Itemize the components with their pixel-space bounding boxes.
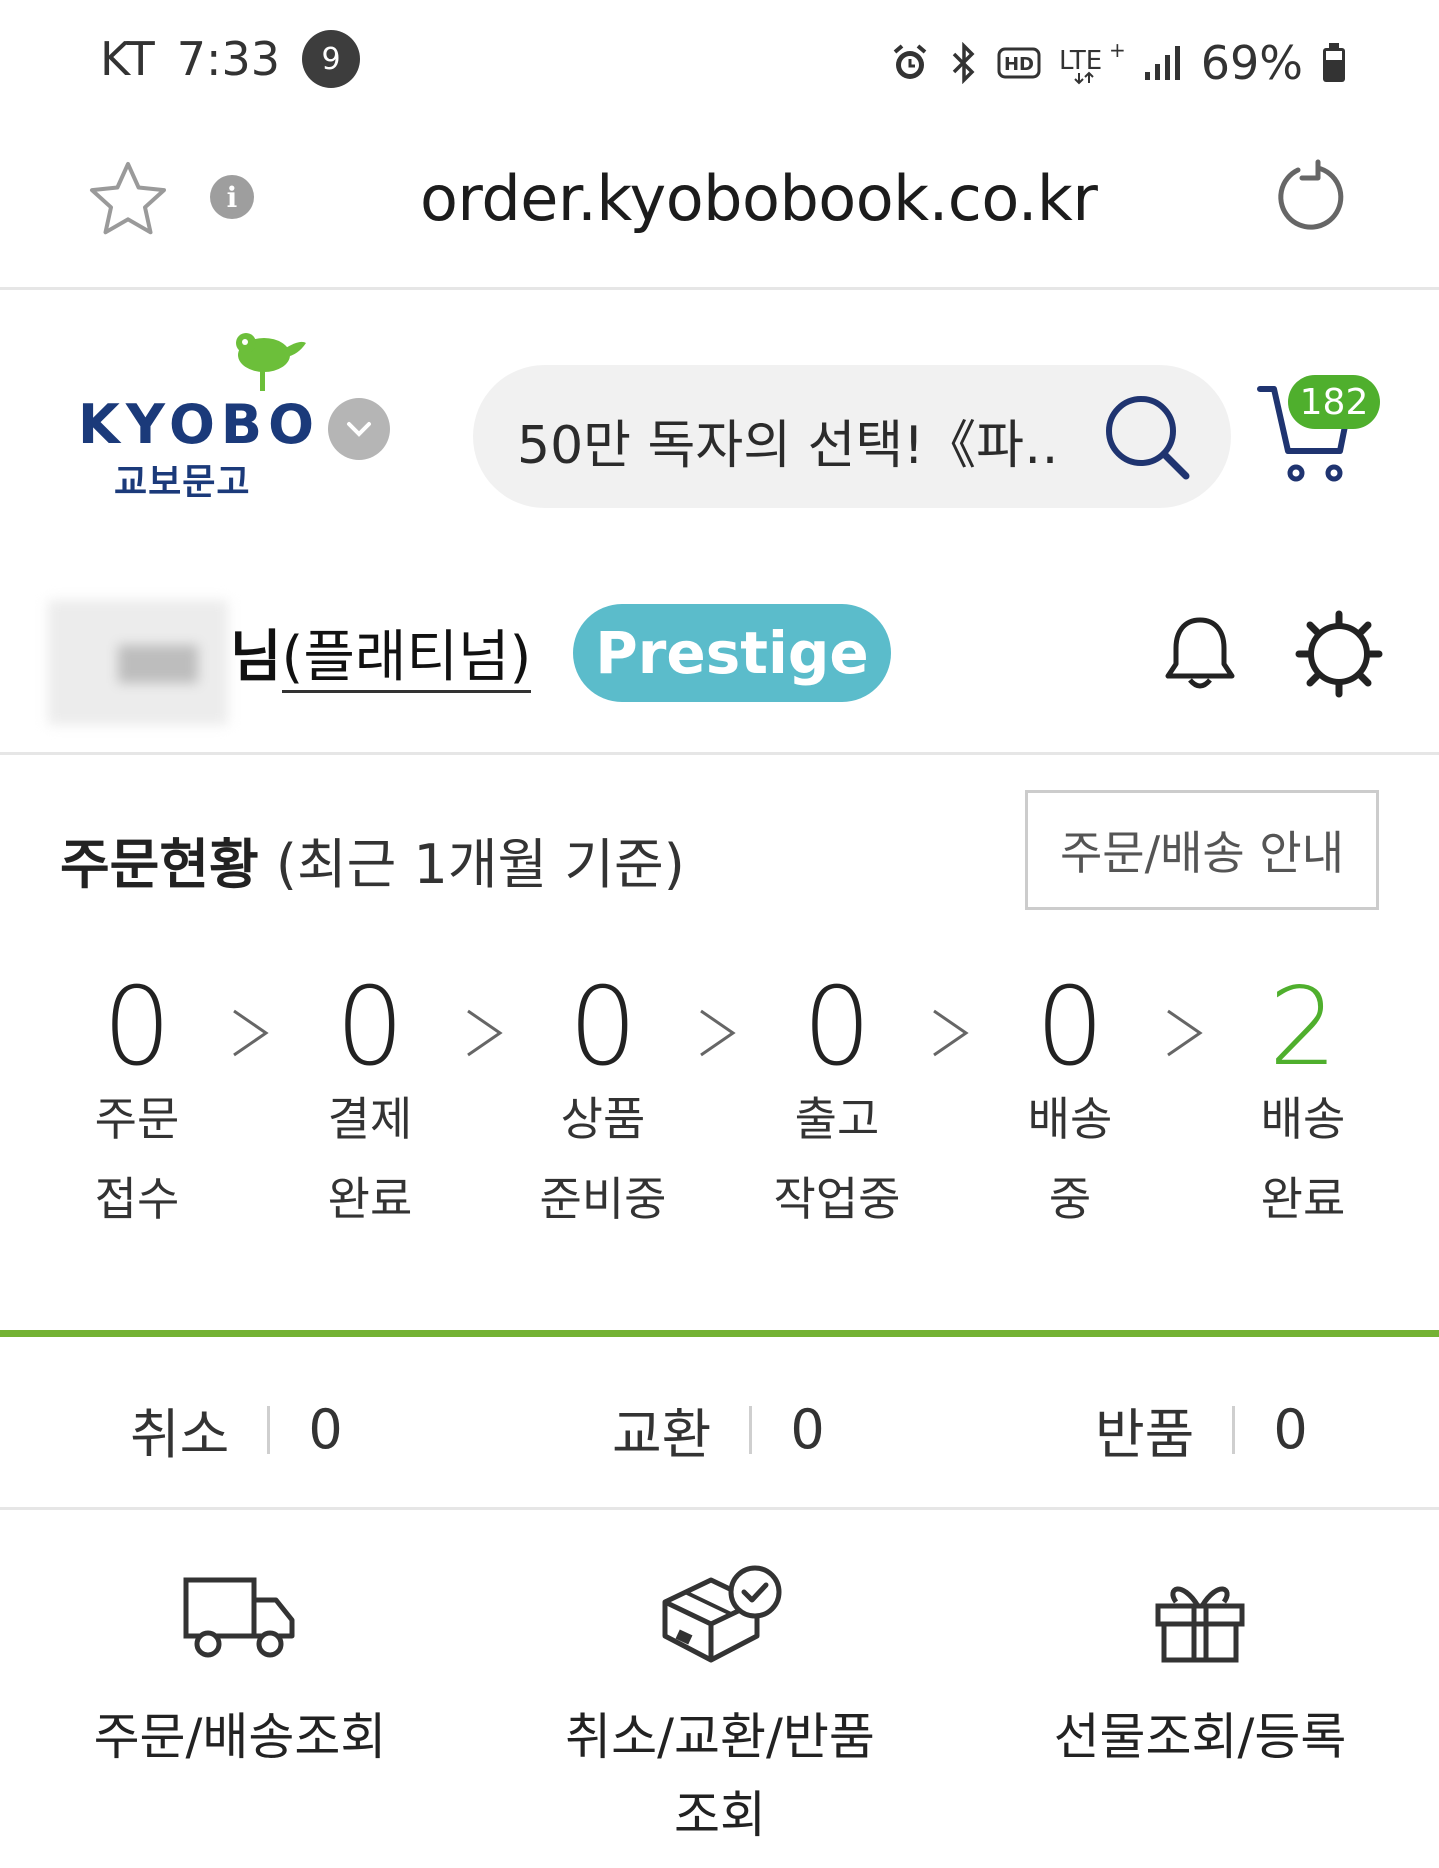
prestige-badge[interactable]: Prestige [573, 604, 891, 702]
order-status-section: 주문현황 (최근 1개월 기준) 주문/배송 안내 0 주문 접수 0 결제 완… [0, 758, 1439, 1338]
logo-bird-icon [228, 331, 308, 399]
logo-subtext: 교보문고 [114, 462, 251, 503]
step-arrow [695, 1003, 739, 1067]
step-count: 0 [1035, 965, 1105, 1090]
quick-menu-label: 주문/배송조회 [93, 1708, 387, 1766]
lte-icon: LTE + [1059, 41, 1125, 85]
divider [1232, 1405, 1236, 1454]
step-count: 0 [568, 965, 638, 1090]
cart-count-badge: 182 [1288, 375, 1380, 429]
claim-label: 취소 [130, 1403, 230, 1466]
quick-order-delivery-lookup[interactable]: 주문/배송조회 [40, 1568, 440, 1776]
user-info-row: 님(플래티넘) Prestige [0, 560, 1439, 755]
step-arrow [228, 1003, 272, 1067]
status-left: KT 7:33 9 [100, 30, 361, 88]
step-count: 0 [102, 965, 172, 1090]
step-label: 상품 준비중 [539, 1092, 667, 1226]
step-delivered[interactable]: 2 배송 완료 [1228, 973, 1378, 1239]
step-label: 배송 완료 [1260, 1092, 1346, 1226]
name-suffix: 님 [230, 625, 282, 690]
order-steps: 0 주문 접수 0 결제 완료 0 상품 준비중 0 출고 작업중 0 배송 중… [0, 973, 1439, 1227]
step-label: 결제 완료 [327, 1092, 413, 1226]
search-bar[interactable]: 50만 독자의 선택!《파… [473, 365, 1231, 508]
quick-menu: 주문/배송조회 취소/교환/반품 조회 선물조회/등록 [0, 1513, 1439, 1868]
order-status-heading: 주문현황 (최근 1개월 기준) [60, 820, 685, 899]
step-count: 0 [335, 965, 405, 1090]
order-guide-button[interactable]: 주문/배송 안내 [1025, 790, 1379, 910]
gift-icon [1152, 1576, 1248, 1668]
bookmark-star-icon[interactable] [88, 160, 168, 242]
claim-count: 0 [1273, 1398, 1308, 1461]
reload-icon[interactable] [1272, 158, 1348, 238]
step-in-delivery[interactable]: 0 배송 중 [995, 973, 1145, 1239]
search-icon[interactable] [1101, 391, 1193, 487]
claims-summary: 취소 0 교환 0 반품 0 [0, 1340, 1439, 1510]
truck-icon [182, 1574, 298, 1668]
step-payment-complete[interactable]: 0 결제 완료 [295, 973, 445, 1239]
step-arrow [928, 1003, 972, 1067]
claim-return[interactable]: 반품 0 [1095, 1390, 1308, 1469]
status-bar: KT 7:33 9 HD LTE + 69% [0, 0, 1439, 120]
step-count: 0 [802, 965, 872, 1090]
redacted-username [48, 600, 228, 725]
status-right: HD LTE + 69% [889, 36, 1347, 90]
hd-voice-icon: HD [997, 46, 1041, 80]
order-status-title: 주문현황 [60, 833, 259, 896]
membership-grade-link[interactable]: (플래티넘) [281, 625, 532, 693]
order-status-subtitle: (최근 1개월 기준) [275, 833, 685, 896]
claim-count: 0 [308, 1398, 343, 1461]
section-divider [0, 1330, 1439, 1337]
chevron-down-icon[interactable] [328, 398, 390, 460]
kyobo-logo[interactable]: KYOBO 교보문고 [78, 331, 314, 503]
carrier-label: KT [100, 32, 155, 86]
claim-label: 반품 [1095, 1403, 1195, 1466]
svg-text:HD: HD [1004, 54, 1034, 75]
quick-gift-lookup-register[interactable]: 선물조회/등록 [1000, 1568, 1400, 1776]
logo-text: KYOBO [78, 393, 320, 456]
bell-icon[interactable] [1162, 614, 1238, 698]
divider [749, 1405, 753, 1454]
quick-menu-label: 취소/교환/반품 조회 [565, 1708, 875, 1844]
svg-text:+: + [1109, 41, 1125, 62]
step-label: 배송 중 [1027, 1092, 1113, 1226]
search-input[interactable]: 50만 독자의 선택!《파… [517, 403, 1057, 478]
gear-icon[interactable] [1295, 610, 1383, 702]
step-label: 출고 작업중 [773, 1092, 901, 1226]
url-text[interactable]: order.kyobobook.co.kr [420, 162, 1098, 235]
user-greeting: 님(플래티넘) [230, 612, 532, 693]
claim-count: 0 [790, 1398, 825, 1461]
quick-cancel-exchange-return-lookup[interactable]: 취소/교환/반품 조회 [520, 1565, 920, 1854]
alarm-icon [889, 42, 931, 84]
divider [267, 1405, 271, 1454]
network-type-label: LTE [1059, 46, 1102, 76]
step-order-received[interactable]: 0 주문 접수 [62, 973, 212, 1239]
step-arrow [462, 1003, 506, 1067]
signal-icon [1143, 44, 1183, 82]
box-check-icon [655, 1564, 785, 1668]
step-dispatching[interactable]: 0 출고 작업중 [762, 973, 912, 1239]
notification-badge: 9 [302, 30, 361, 88]
cart-button[interactable]: 182 [1256, 375, 1386, 495]
step-label: 주문 접수 [94, 1092, 180, 1226]
claim-cancel[interactable]: 취소 0 [130, 1390, 343, 1469]
step-count: 2 [1268, 965, 1338, 1090]
battery-percent: 69% [1200, 36, 1303, 90]
clock: 7:33 [176, 32, 281, 86]
quick-menu-label: 선물조회/등록 [1053, 1708, 1347, 1766]
claim-exchange[interactable]: 교환 0 [612, 1390, 825, 1469]
battery-icon [1321, 42, 1347, 84]
step-preparing[interactable]: 0 상품 준비중 [528, 973, 678, 1239]
site-info-icon[interactable]: i [210, 175, 254, 219]
site-header: KYOBO 교보문고 50만 독자의 선택!《파… 182 [0, 293, 1439, 543]
bluetooth-icon [949, 42, 979, 84]
step-arrow [1162, 1003, 1206, 1067]
browser-address-bar: i order.kyobobook.co.kr [0, 120, 1439, 290]
claim-label: 교환 [612, 1403, 712, 1466]
